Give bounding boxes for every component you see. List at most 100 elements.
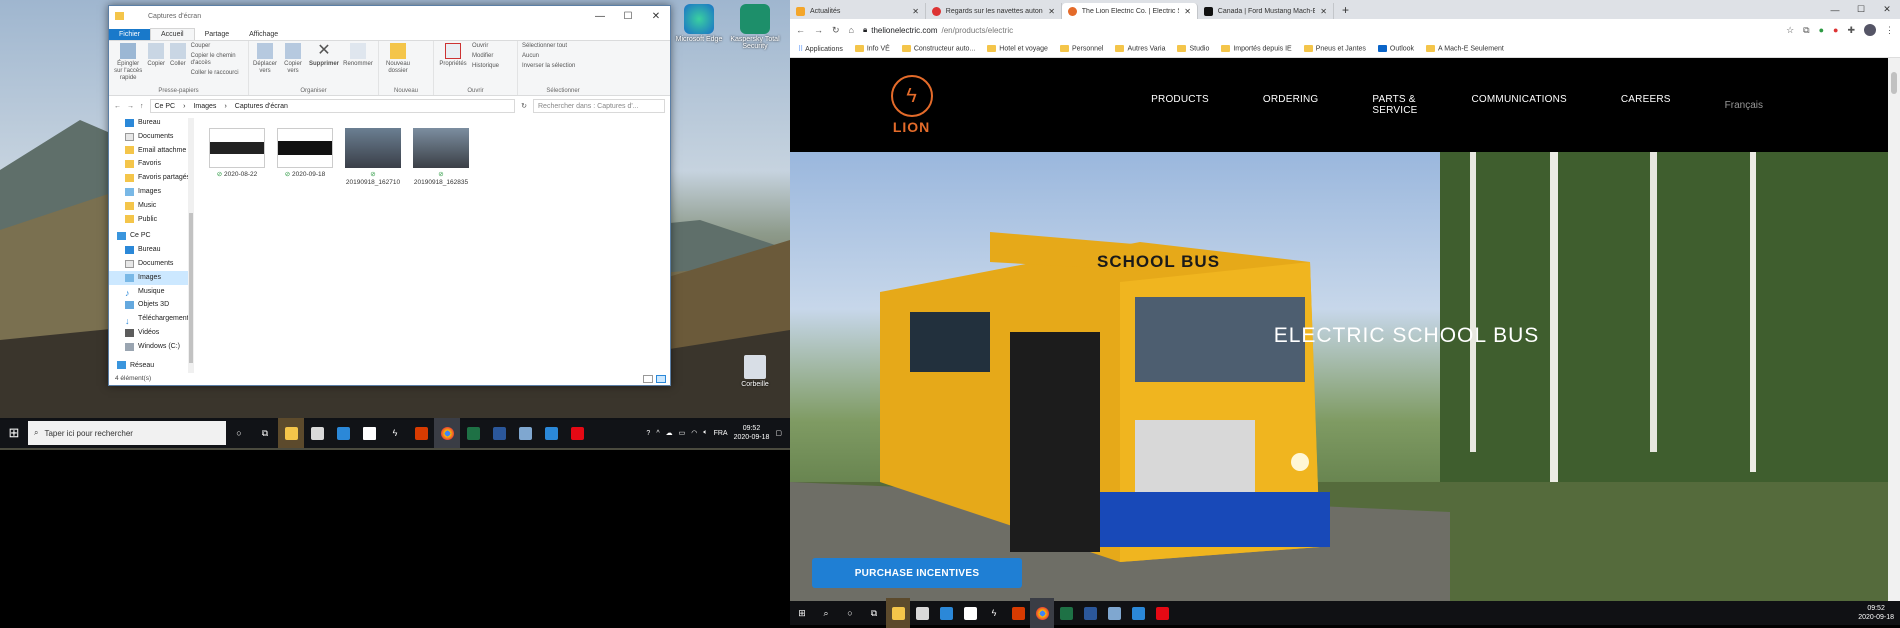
delete-button[interactable]: ✕ Supprimer — [309, 43, 339, 93]
netflix-icon[interactable] — [1150, 598, 1174, 628]
tab-view[interactable]: Affichage — [239, 29, 288, 40]
bookmark-studio[interactable]: Studio — [1177, 45, 1209, 53]
nav-item-favoris[interactable]: Favoris — [109, 157, 191, 171]
network-icon[interactable]: ◠ — [691, 429, 697, 437]
breadcrumb-this-pc[interactable]: Ce PC — [155, 103, 176, 110]
task-view-icon[interactable]: ⧉ — [862, 598, 886, 628]
file-explorer-taskbar-icon[interactable] — [278, 418, 304, 448]
new-tab-button[interactable]: + — [1334, 3, 1357, 19]
bolt-icon[interactable]: ϟ — [982, 598, 1006, 628]
tab-lion-electric[interactable]: The Lion Electric Co. | Electric Sc ✕ — [1062, 3, 1198, 19]
start-button[interactable]: ⊞ — [0, 425, 28, 441]
chrome-taskbar-icon[interactable] — [1030, 598, 1054, 628]
nav-item-videos[interactable]: Vidéos — [109, 326, 191, 340]
word-icon[interactable] — [486, 418, 512, 448]
chevron-up-icon[interactable]: ^ — [656, 430, 659, 437]
nav-item-musique[interactable]: ♪ Musique — [109, 285, 191, 299]
nav-item-reseau[interactable]: Réseau — [109, 359, 191, 373]
bookmark-info-ve[interactable]: Info VÉ — [854, 45, 890, 53]
nav-item-email[interactable]: Email attachme — [109, 144, 191, 158]
tab-close-icon[interactable]: ✕ — [912, 7, 919, 16]
search-icon[interactable]: ⌕ — [814, 598, 838, 628]
mail-icon[interactable] — [330, 418, 356, 448]
nav-item-favoris-partages[interactable]: Favoris partagés — [109, 171, 191, 185]
desktop-icon-recycle-bin[interactable]: Corbeille — [726, 355, 784, 388]
tab-share[interactable]: Partage — [195, 29, 240, 40]
desktop-icon-edge[interactable]: Microsoft Edge — [670, 4, 728, 43]
new-folder-button[interactable]: Nouveau dossier — [383, 43, 413, 93]
forward-icon[interactable]: → — [127, 103, 134, 110]
up-icon[interactable]: ↑ — [140, 103, 144, 110]
maximize-button[interactable]: ☐ — [1848, 4, 1874, 15]
netflix-icon[interactable] — [564, 418, 590, 448]
bolt-icon[interactable]: ϟ — [382, 418, 408, 448]
nav-communications[interactable]: COMMUNICATIONS — [1472, 94, 1567, 116]
nav-item-documents[interactable]: Documents — [109, 130, 191, 144]
file-item[interactable]: ⊘ 2020-08-22 — [207, 128, 267, 187]
dropbox-icon[interactable] — [958, 598, 982, 628]
nav-careers[interactable]: CAREERS — [1621, 94, 1671, 116]
bookmark-personnel[interactable]: Personnel — [1059, 45, 1103, 53]
nav-item-documents-pc[interactable]: Documents — [109, 257, 191, 271]
copy-path-button[interactable]: Copier le chemin d'accès — [191, 53, 244, 67]
volume-icon[interactable]: 🔈︎ — [703, 429, 707, 437]
paste-button[interactable]: Coller — [169, 43, 187, 93]
bookmark-star-icon[interactable]: ☆ — [1786, 25, 1794, 36]
history-button[interactable]: Historique — [472, 63, 499, 70]
nav-item-images[interactable]: Images — [109, 185, 191, 199]
store-icon[interactable] — [910, 598, 934, 628]
scroll-thumb[interactable] — [1891, 72, 1897, 94]
forward-icon[interactable]: → — [814, 25, 823, 35]
nav-parts-service[interactable]: PARTS & SERVICE — [1372, 94, 1417, 116]
pin-quick-access-button[interactable]: Épingler sur l'accès rapide — [113, 43, 143, 93]
back-icon[interactable]: ← — [114, 103, 121, 110]
menu-icon[interactable]: ⋮ — [1885, 25, 1894, 36]
file-item[interactable]: ⊘ 2020-09-18 — [275, 128, 335, 187]
input-language[interactable]: FRA — [714, 430, 728, 437]
mail-icon[interactable] — [934, 598, 958, 628]
bookmark-importes-ie[interactable]: Importés depuis IE — [1221, 45, 1292, 53]
close-button[interactable]: ✕ — [642, 11, 670, 22]
nav-item-images-pc[interactable]: Images — [109, 270, 191, 285]
page-scrollbar[interactable] — [1888, 58, 1900, 601]
nav-item-music[interactable]: Music — [109, 199, 191, 213]
nav-item-public[interactable]: Public — [109, 213, 191, 227]
paste-shortcut-button[interactable]: Coller le raccourci — [191, 70, 244, 77]
excel-icon[interactable] — [1054, 598, 1078, 628]
help-icon[interactable]: ? — [646, 430, 650, 437]
bookmark-hotel[interactable]: Hotel et voyage — [987, 45, 1048, 53]
edit-button[interactable]: Modifier — [472, 53, 499, 60]
reload-icon[interactable]: ↻ — [832, 25, 840, 36]
start-button[interactable]: ⊞ — [790, 598, 814, 628]
purchase-incentives-button[interactable]: PURCHASE INCENTIVES — [812, 558, 1022, 588]
language-switch[interactable]: Français — [1725, 100, 1763, 111]
invert-selection-button[interactable]: Inverser la sélection — [522, 63, 575, 70]
tab-close-icon[interactable]: ✕ — [1048, 7, 1055, 16]
select-none-button[interactable]: Aucun — [522, 53, 575, 60]
address-bar[interactable]: Ce PC › Images › Captures d'écran — [149, 99, 516, 113]
bookmark-constructeur[interactable]: Constructeur auto... — [901, 45, 975, 53]
clock[interactable]: 09:52 2020-09-18 — [734, 424, 770, 442]
nav-item-objets-3d[interactable]: Objets 3D — [109, 298, 191, 312]
nav-item-bureau-pc[interactable]: Bureau — [109, 243, 191, 257]
file-item[interactable]: ⊘ 20190918_162835 — [411, 128, 471, 187]
chrome-taskbar-icon[interactable] — [434, 418, 460, 448]
extension-icon[interactable]: ● — [1819, 25, 1824, 35]
clock[interactable]: 09:52 2020-09-18 — [1858, 604, 1900, 622]
tab-actualites[interactable]: Actualités ✕ — [790, 3, 926, 19]
cortana-icon[interactable]: ○ — [838, 598, 862, 628]
calendar-icon[interactable] — [1126, 598, 1150, 628]
cortana-icon[interactable]: ○ — [226, 418, 252, 448]
profile-avatar[interactable] — [1864, 24, 1876, 36]
open-button[interactable]: Ouvrir — [472, 43, 499, 50]
lion-logo[interactable]: ϟ LION — [890, 75, 933, 135]
battery-icon[interactable]: ▭ — [679, 429, 686, 437]
copy-button[interactable]: Copier — [147, 43, 165, 93]
back-icon[interactable]: ← — [796, 25, 805, 35]
close-button[interactable]: ✕ — [1874, 4, 1900, 15]
calendar-icon[interactable] — [538, 418, 564, 448]
extension-icon[interactable]: ⧉ — [1803, 25, 1809, 36]
notifications-icon[interactable]: ▢ — [775, 429, 782, 437]
store-icon[interactable] — [304, 418, 330, 448]
breadcrumb-images[interactable]: Images — [193, 103, 216, 110]
